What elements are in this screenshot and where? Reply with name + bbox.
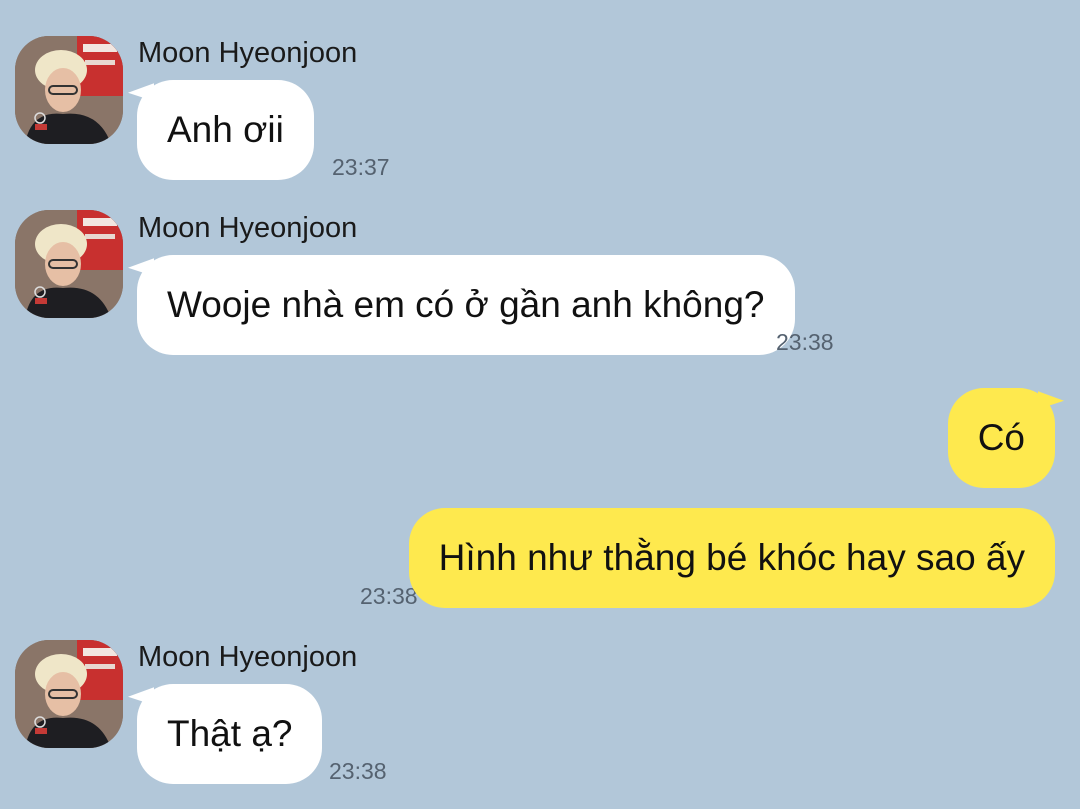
avatar-photo-icon [15, 36, 123, 144]
sender-avatar[interactable] [15, 210, 123, 318]
message-bubble[interactable]: Thật ạ? [137, 684, 323, 784]
message-bubble[interactable]: Có [947, 388, 1055, 488]
message-timestamp: 23:38 [329, 758, 387, 784]
sender-name: Moon Hyeonjoon [138, 37, 358, 69]
message-bubble[interactable]: Wooje nhà em có ở gần anh không? [137, 255, 795, 355]
avatar-photo-icon [15, 210, 123, 318]
message-timestamp: 23:38 [360, 583, 418, 609]
avatar-photo-icon [15, 640, 123, 748]
chat-room: Moon Hyeonjoon Anh ơii 23:37 Moon Hyeonj… [0, 0, 1080, 809]
message-timestamp: 23:38 [776, 329, 834, 355]
message-bubble[interactable]: Hình như thằng bé khóc hay sao ấy [408, 508, 1055, 608]
sender-avatar[interactable] [15, 36, 123, 144]
sender-name: Moon Hyeonjoon [138, 641, 358, 673]
sender-avatar[interactable] [15, 640, 123, 748]
message-timestamp: 23:37 [332, 154, 390, 180]
sender-name: Moon Hyeonjoon [138, 212, 358, 244]
message-bubble[interactable]: Anh ơii [137, 80, 314, 180]
